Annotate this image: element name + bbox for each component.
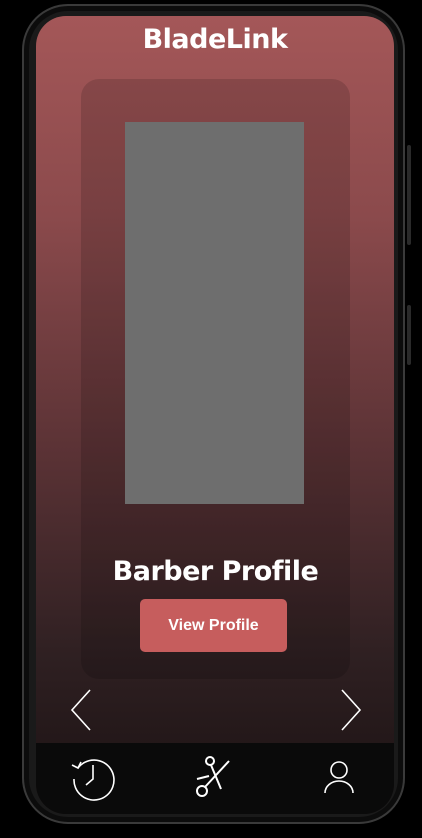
chevron-left-icon: [70, 689, 91, 731]
phone-side-button: [407, 145, 411, 245]
previous-barber-button[interactable]: [68, 688, 96, 732]
scissors-icon: [196, 756, 230, 797]
bottom-nav-bar: [36, 743, 394, 814]
user-icon: [324, 761, 354, 794]
barber-card: Barber Profile View Profile: [81, 79, 350, 679]
next-barber-button[interactable]: [336, 688, 364, 732]
phone-side-button: [407, 305, 411, 365]
chevron-right-icon: [341, 689, 362, 731]
barber-photo-placeholder: [125, 122, 304, 504]
view-profile-button[interactable]: View Profile: [140, 599, 287, 652]
app-title: BladeLink: [142, 24, 288, 55]
nav-barbers-button[interactable]: [191, 753, 239, 801]
barber-card-title: Barber Profile: [112, 556, 319, 587]
app-screen: BladeLink Barber Profile View Profile: [36, 16, 394, 814]
nav-history-button[interactable]: [68, 753, 116, 801]
history-icon: [71, 759, 115, 801]
nav-profile-button[interactable]: [315, 753, 363, 801]
